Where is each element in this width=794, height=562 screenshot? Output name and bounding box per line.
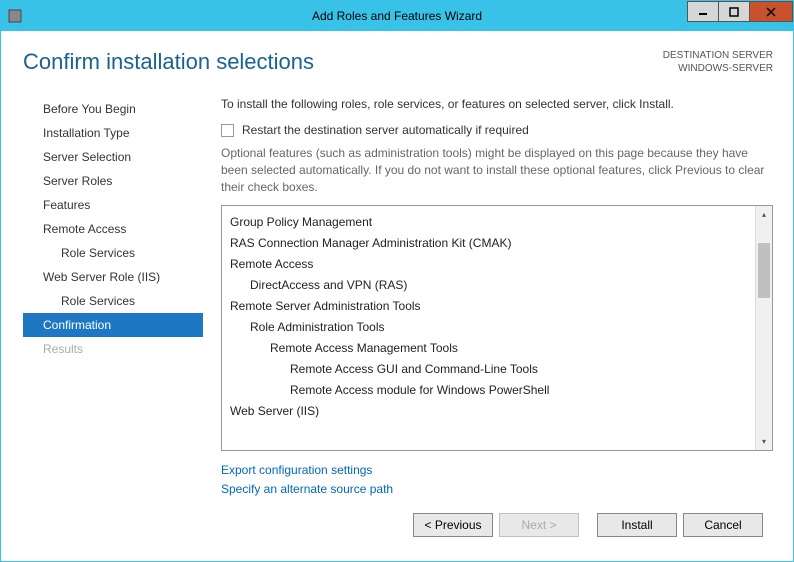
restart-checkbox[interactable]: [221, 124, 234, 137]
install-button[interactable]: Install: [597, 513, 677, 537]
sidebar: Before You BeginInstallation TypeServer …: [23, 97, 203, 499]
columns: Before You BeginInstallation TypeServer …: [23, 97, 773, 499]
list-item: RAS Connection Manager Administration Ki…: [230, 233, 747, 254]
destination-value: WINDOWS-SERVER: [663, 62, 773, 75]
list-item: Remote Access GUI and Command-Line Tools: [230, 359, 747, 380]
optional-note: Optional features (such as administratio…: [221, 145, 773, 195]
main-panel: To install the following roles, role ser…: [221, 97, 773, 499]
destination-info: DESTINATION SERVER WINDOWS-SERVER: [663, 49, 773, 75]
header-row: Confirm installation selections DESTINAT…: [23, 49, 773, 75]
restart-checkbox-row[interactable]: Restart the destination server automatic…: [221, 123, 773, 137]
export-config-link[interactable]: Export configuration settings: [221, 463, 372, 477]
cancel-button[interactable]: Cancel: [683, 513, 763, 537]
alternate-source-link[interactable]: Specify an alternate source path: [221, 482, 393, 496]
titlebar[interactable]: Add Roles and Features Wizard: [1, 1, 793, 31]
sidebar-item-confirmation[interactable]: Confirmation: [23, 313, 203, 337]
scroll-up-button[interactable]: ▴: [756, 206, 772, 223]
page-title: Confirm installation selections: [23, 49, 314, 75]
sidebar-item-installation-type[interactable]: Installation Type: [23, 121, 203, 145]
next-button: Next >: [499, 513, 579, 537]
sidebar-item-server-selection[interactable]: Server Selection: [23, 145, 203, 169]
list-item: Remote Server Administration Tools: [230, 296, 747, 317]
scroll-thumb[interactable]: [758, 243, 770, 298]
restart-checkbox-label: Restart the destination server automatic…: [242, 123, 529, 137]
minimize-button[interactable]: [687, 1, 719, 22]
app-icon: [3, 9, 27, 23]
close-button[interactable]: [749, 1, 793, 22]
list-item: Role Administration Tools: [230, 317, 747, 338]
list-item: DirectAccess and VPN (RAS): [230, 275, 747, 296]
sidebar-item-web-server-role-iis-[interactable]: Web Server Role (IIS): [23, 265, 203, 289]
features-listbox: Group Policy ManagementRAS Connection Ma…: [221, 205, 773, 450]
sidebar-item-before-you-begin[interactable]: Before You Begin: [23, 97, 203, 121]
sidebar-item-role-services[interactable]: Role Services: [23, 289, 203, 313]
instruction-text: To install the following roles, role ser…: [221, 97, 773, 111]
list-item: Remote Access module for Windows PowerSh…: [230, 380, 747, 401]
features-listbox-inner: Group Policy ManagementRAS Connection Ma…: [222, 206, 755, 449]
list-item: Web Server (IIS): [230, 401, 747, 422]
window-title: Add Roles and Features Wizard: [312, 9, 482, 23]
footer-buttons: < Previous Next > Install Cancel: [23, 499, 773, 551]
sidebar-item-features[interactable]: Features: [23, 193, 203, 217]
maximize-button[interactable]: [718, 1, 750, 22]
list-item: Remote Access: [230, 254, 747, 275]
content-area: Confirm installation selections DESTINAT…: [1, 31, 793, 561]
window-controls: [688, 1, 793, 22]
scroll-track[interactable]: [756, 223, 772, 432]
scrollbar[interactable]: ▴ ▾: [755, 206, 772, 449]
destination-label: DESTINATION SERVER: [663, 49, 773, 62]
scroll-down-button[interactable]: ▾: [756, 433, 772, 450]
sidebar-item-remote-access[interactable]: Remote Access: [23, 217, 203, 241]
sidebar-item-server-roles[interactable]: Server Roles: [23, 169, 203, 193]
list-item: Remote Access Management Tools: [230, 338, 747, 359]
sidebar-item-role-services[interactable]: Role Services: [23, 241, 203, 265]
sidebar-item-results: Results: [23, 337, 203, 361]
list-item: Group Policy Management: [230, 212, 747, 233]
action-links: Export configuration settings Specify an…: [221, 461, 773, 499]
previous-button[interactable]: < Previous: [413, 513, 493, 537]
